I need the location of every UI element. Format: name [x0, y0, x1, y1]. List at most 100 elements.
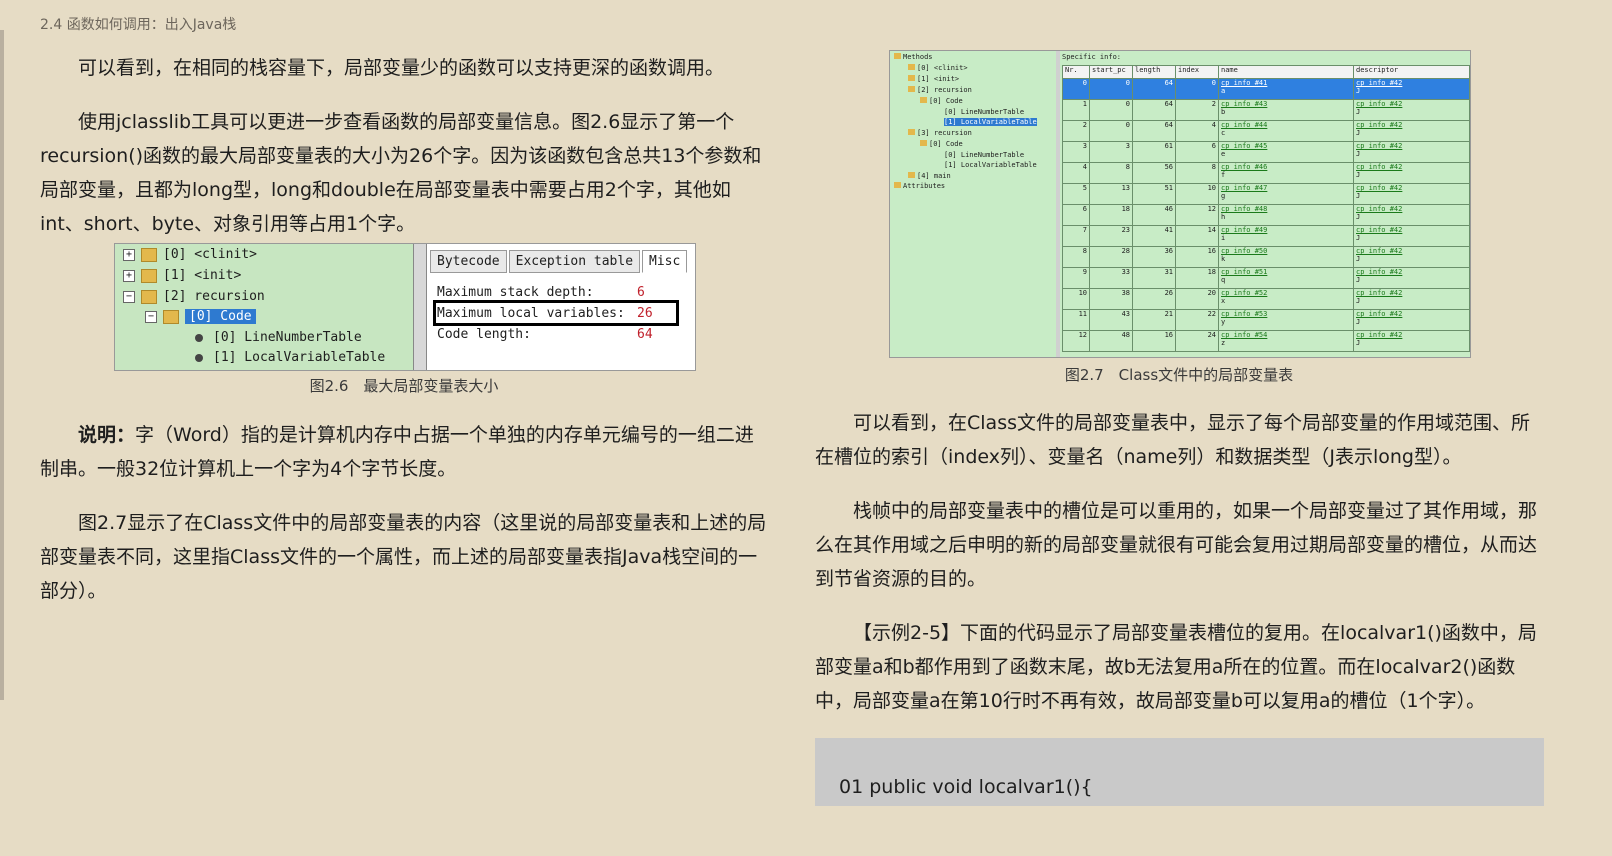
tree-node[interactable]: [0] LineNumberTable [944, 151, 1024, 159]
cp-info-link[interactable]: cp_info #42 [1356, 247, 1402, 255]
expand-icon[interactable]: + [123, 269, 135, 282]
table-row[interactable]: 12 48 16 24 cp_info #54 z cp_info #42 J [1062, 330, 1470, 352]
paragraph: 可以看到，在相同的栈容量下，局部变量少的函数可以支持更深的函数调用。 [78, 57, 725, 79]
col-start-pc[interactable]: start_pc [1089, 65, 1133, 79]
cell-start: 18 [1089, 204, 1133, 226]
cell-descriptor: cp_info #42 J [1353, 141, 1470, 163]
tree-node[interactable]: [1] <init> [908, 75, 959, 83]
col-length[interactable]: length [1132, 65, 1176, 79]
cell-length: 41 [1132, 225, 1176, 247]
cp-info-link[interactable]: cp_info #47 [1221, 184, 1267, 192]
cp-info-link[interactable]: cp_info #42 [1356, 331, 1402, 339]
cp-info-link[interactable]: cp_info #49 [1221, 226, 1267, 234]
tree-node[interactable]: [0] Code [920, 140, 963, 148]
cell-nr: 6 [1062, 204, 1090, 226]
tree-node-init[interactable]: + [1] <init> [123, 268, 241, 283]
cp-info-link[interactable]: cp_info #42 [1356, 310, 1402, 318]
tree-node[interactable]: [0] LineNumberTable [944, 108, 1024, 116]
name-value: c [1221, 129, 1226, 137]
cell-index: 20 [1175, 288, 1219, 310]
cell-descriptor: cp_info #42 J [1353, 204, 1470, 226]
paragraph: 可以看到，在Class文件的局部变量表中，显示了每个局部变量的作用域范围、所在槽… [815, 412, 1530, 468]
table-row[interactable]: 7 23 41 14 cp_info #49 i cp_info #42 J [1062, 225, 1470, 247]
tree-node-line-number-table[interactable]: [0] LineNumberTable [195, 330, 362, 345]
cp-info-link[interactable]: cp_info #41 [1221, 79, 1267, 87]
expand-icon[interactable]: + [123, 248, 135, 261]
tab-bytecode[interactable]: Bytecode [430, 250, 507, 273]
cp-info-link[interactable]: cp_info #42 [1356, 163, 1402, 171]
cell-name: cp_info #54 z [1218, 330, 1354, 352]
table-row[interactable]: 11 43 21 22 cp_info #53 y cp_info #42 J [1062, 309, 1470, 331]
col-nr[interactable]: Nr. [1062, 65, 1090, 79]
cp-info-link[interactable]: cp_info #42 [1356, 121, 1402, 129]
table-row[interactable]: 10 38 26 20 cp_info #52 x cp_info #42 J [1062, 288, 1470, 310]
collapse-icon[interactable]: − [123, 290, 135, 303]
tree-node[interactable]: [4] main [908, 172, 951, 180]
cell-index: 6 [1175, 141, 1219, 163]
cell-length: 16 [1132, 330, 1176, 352]
tab-misc[interactable]: Misc [642, 250, 688, 273]
tab-exception-table[interactable]: Exception table [508, 250, 641, 273]
tree-node[interactable]: [2] recursion [908, 86, 972, 94]
tree-node[interactable]: Attributes [894, 182, 945, 190]
tree-node[interactable]: [3] recursion [908, 129, 972, 137]
cp-info-link[interactable]: cp_info #42 [1356, 142, 1402, 150]
descriptor-value: J [1356, 171, 1361, 179]
breadcrumb: 2.4 函数如何调用：出入Java栈 [40, 17, 237, 33]
cell-descriptor: cp_info #42 J [1353, 309, 1470, 331]
cp-info-link[interactable]: cp_info #51 [1221, 268, 1267, 276]
cp-info-link[interactable]: cp_info #53 [1221, 310, 1267, 318]
cp-info-link[interactable]: cp_info #50 [1221, 247, 1267, 255]
cp-info-link[interactable]: cp_info #48 [1221, 205, 1267, 213]
col-name[interactable]: name [1218, 65, 1354, 79]
left-column-p4: 图2.7显示了在Class文件中的局部变量表的内容（这里说的局部变量表和上述的局… [40, 506, 770, 608]
leaf-icon [195, 353, 203, 362]
tree-node[interactable]: [0] Code [920, 97, 963, 105]
table-row[interactable]: 1 0 64 2 cp_info #43 b cp_info #42 J [1062, 99, 1470, 121]
table-row[interactable]: 6 18 46 12 cp_info #48 h cp_info #42 J [1062, 204, 1470, 226]
table-row[interactable]: 8 28 36 16 cp_info #50 k cp_info #42 J [1062, 246, 1470, 268]
cell-nr: 3 [1062, 141, 1090, 163]
cp-info-link[interactable]: cp_info #42 [1356, 205, 1402, 213]
tree-node-clinit[interactable]: + [0] <clinit> [123, 247, 257, 262]
descriptor-value: J [1356, 150, 1361, 158]
highlight-box [433, 300, 679, 326]
cp-info-link[interactable]: cp_info #54 [1221, 331, 1267, 339]
cp-info-link[interactable]: cp_info #42 [1356, 226, 1402, 234]
tree-node[interactable]: Methods [894, 53, 933, 61]
col-index[interactable]: index [1175, 65, 1219, 79]
table-row[interactable]: 3 3 61 6 cp_info #45 e cp_info #42 J [1062, 141, 1470, 163]
col-descriptor[interactable]: descriptor [1353, 65, 1470, 79]
name-value: b [1221, 108, 1226, 116]
table-row[interactable]: 0 0 64 0 cp_info #41 a cp_info #42 J [1062, 78, 1470, 100]
cell-length: 56 [1132, 162, 1176, 184]
table-row[interactable]: 4 8 56 8 cp_info #46 f cp_info #42 J [1062, 162, 1470, 184]
figure-2-7: Methods [0] <clinit> [1] <init> [2] recu… [889, 50, 1471, 358]
cp-info-link[interactable]: cp_info #44 [1221, 121, 1267, 129]
tree-node-recursion[interactable]: − [2] recursion [123, 289, 265, 304]
name-value: a [1221, 87, 1226, 95]
table-row[interactable]: 9 33 31 18 cp_info #51 q cp_info #42 J [1062, 267, 1470, 289]
cp-info-link[interactable]: cp_info #42 [1356, 184, 1402, 192]
tree-node-local-variable-table[interactable]: [1] LocalVariableTable [195, 350, 385, 365]
cp-info-link[interactable]: cp_info #46 [1221, 163, 1267, 171]
splitter[interactable] [413, 244, 427, 370]
table-row[interactable]: 5 13 51 10 cp_info #47 g cp_info #42 J [1062, 183, 1470, 205]
name-value: i [1221, 234, 1226, 242]
tree-node[interactable]: [0] <clinit> [908, 64, 968, 72]
collapse-icon[interactable]: − [145, 310, 157, 323]
cp-info-link[interactable]: cp_info #52 [1221, 289, 1267, 297]
cp-info-link[interactable]: cp_info #45 [1221, 142, 1267, 150]
cp-info-link[interactable]: cp_info #42 [1356, 289, 1402, 297]
splitter[interactable] [1056, 51, 1060, 357]
cell-length: 31 [1132, 267, 1176, 289]
folder-icon [163, 309, 179, 324]
cp-info-link[interactable]: cp_info #42 [1356, 79, 1402, 87]
cp-info-link[interactable]: cp_info #43 [1221, 100, 1267, 108]
tree-node-selected[interactable]: [1] LocalVariableTable [944, 118, 1037, 126]
cp-info-link[interactable]: cp_info #42 [1356, 100, 1402, 108]
tree-node-code[interactable]: − [0] Code [145, 309, 256, 324]
table-row[interactable]: 2 0 64 4 cp_info #44 c cp_info #42 J [1062, 120, 1470, 142]
tree-node[interactable]: [1] LocalVariableTable [944, 161, 1037, 169]
cp-info-link[interactable]: cp_info #42 [1356, 268, 1402, 276]
